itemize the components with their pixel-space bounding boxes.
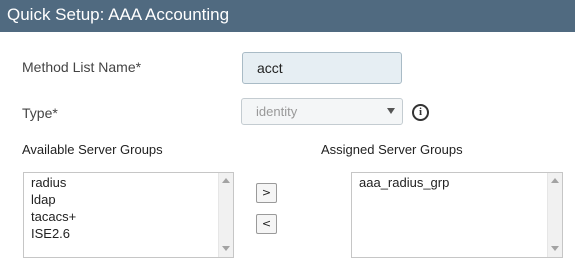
- type-label: Type*: [22, 105, 58, 121]
- scroll-down-icon[interactable]: [551, 246, 559, 251]
- dropdown-arrow-icon: [387, 108, 395, 114]
- list-item[interactable]: ldap: [31, 192, 56, 207]
- scrollbar[interactable]: [218, 173, 233, 257]
- move-right-button[interactable]: >: [256, 183, 277, 203]
- method-list-name-input[interactable]: [242, 52, 402, 84]
- title-bar: Quick Setup: AAA Accounting: [0, 0, 575, 32]
- list-item[interactable]: ISE2.6: [31, 226, 70, 241]
- move-left-button[interactable]: <: [256, 214, 277, 234]
- type-select[interactable]: identity: [241, 98, 403, 125]
- list-item[interactable]: tacacs+: [31, 209, 76, 224]
- window-title: Quick Setup: AAA Accounting: [7, 5, 230, 24]
- scroll-up-icon[interactable]: [222, 178, 230, 183]
- available-server-groups-list[interactable]: radius ldap tacacs+ ISE2.6: [23, 172, 234, 258]
- assigned-server-groups-heading: Assigned Server Groups: [321, 142, 463, 157]
- list-item[interactable]: aaa_radius_grp: [359, 175, 449, 190]
- available-server-groups-heading: Available Server Groups: [22, 142, 163, 157]
- scroll-down-icon[interactable]: [222, 246, 230, 251]
- scroll-up-icon[interactable]: [551, 178, 559, 183]
- assigned-server-groups-list[interactable]: aaa_radius_grp: [351, 172, 563, 258]
- scrollbar[interactable]: [547, 173, 562, 257]
- method-list-name-label: Method List Name*: [22, 59, 142, 75]
- info-icon[interactable]: i: [412, 104, 429, 121]
- list-item[interactable]: radius: [31, 175, 66, 190]
- type-selected-value: identity: [256, 104, 298, 119]
